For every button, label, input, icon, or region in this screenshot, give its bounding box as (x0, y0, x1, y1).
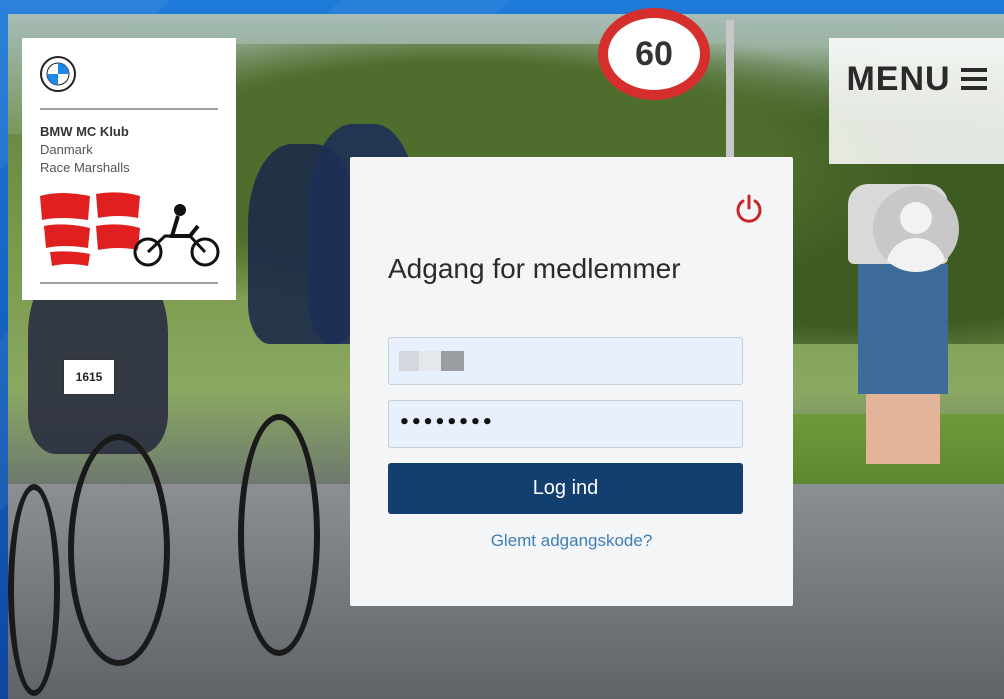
login-card: Adgang for medlemmer •••••••• Log ind Gl… (350, 157, 793, 606)
logo-divider (40, 282, 218, 284)
password-mask: •••••••• (399, 412, 494, 433)
hamburger-icon (960, 68, 987, 90)
username-input[interactable] (388, 337, 743, 385)
login-title: Adgang for medlemmer (388, 253, 681, 284)
menu-button[interactable]: MENU (829, 38, 1004, 164)
forgot-password-link[interactable]: Glemt adgangskode? (350, 531, 793, 551)
logo-divider (40, 108, 218, 110)
login-button[interactable]: Log ind (388, 463, 743, 514)
bicycle-wheel (8, 484, 60, 696)
bicycle-wheel (238, 414, 320, 656)
menu-label: MENU (846, 60, 951, 98)
power-icon[interactable] (733, 193, 765, 225)
red-flag-motorcycle-logo-icon (40, 192, 220, 267)
password-input[interactable]: •••••••• (388, 400, 743, 448)
club-country: Danmark (40, 142, 93, 157)
speed-limit-sign: 60 (598, 8, 710, 100)
club-name: BMW MC Klub (40, 124, 129, 139)
club-division: Race Marshalls (40, 160, 130, 175)
club-logo-card[interactable]: BMW MC Klub Danmark Race Marshalls (22, 38, 236, 300)
user-avatar-icon[interactable] (873, 186, 959, 272)
race-bib: 1615 (63, 359, 115, 395)
bmw-roundel-icon (40, 56, 76, 92)
sign-pole (726, 20, 734, 170)
bicycle-wheel (68, 434, 170, 666)
